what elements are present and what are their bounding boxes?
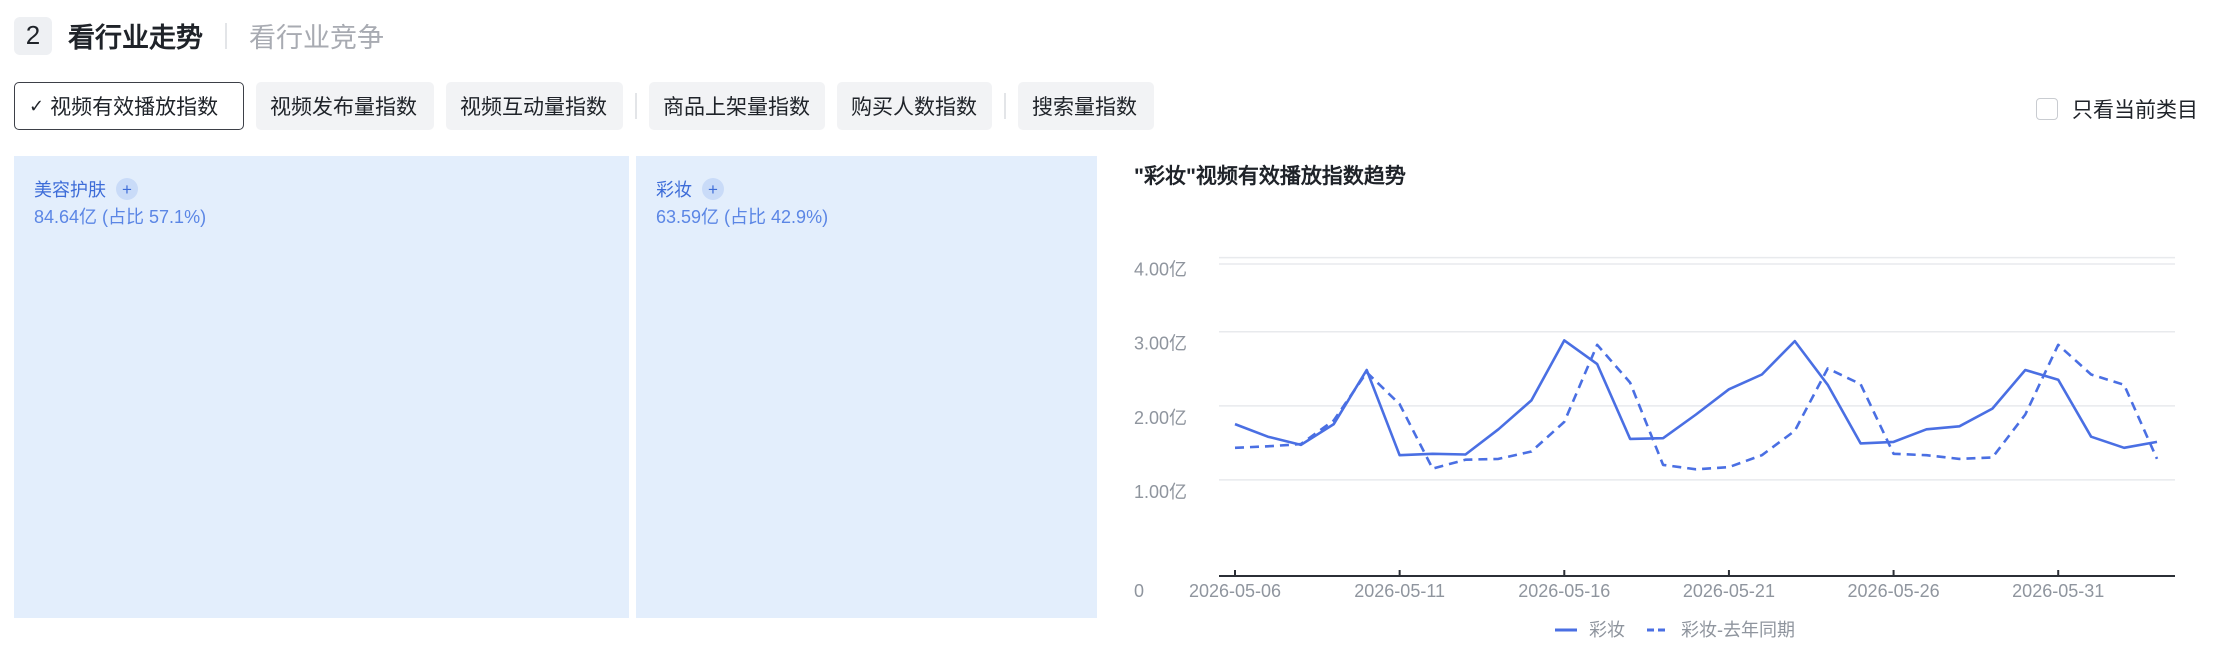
x-tick-label: 2026-05-16 [1518, 581, 1610, 601]
tab-label: 搜索量指数 [1032, 96, 1137, 119]
tab-label: 购买人数指数 [851, 96, 977, 119]
treemap-block-skincare[interactable]: 美容护肤 + 84.64亿 (占比 57.1%) [14, 156, 629, 618]
tab-divider [635, 93, 637, 119]
trend-line-chart: 0 1.00亿 2.00亿 3.00亿 4.00亿 2026-05-06 2026-05-1… [1134, 256, 2175, 640]
tab-label: 视频发布量指数 [270, 96, 417, 119]
treemap-block-value: 63.59亿 (占比 42.9%) [656, 207, 829, 227]
y-tick-label: 2.00亿 [1134, 408, 1187, 428]
plus-icon[interactable]: + [116, 178, 138, 200]
series-line-last-year [1234, 343, 2159, 471]
treemap-block-value: 84.64亿 (占比 57.1%) [34, 207, 207, 227]
treemap-block-name: 美容护肤 + [34, 176, 138, 202]
x-tick-label: 2026-05-21 [1683, 581, 1775, 601]
step-badge: 2 [14, 16, 52, 55]
only-current-category-toggle[interactable]: 只看当前类目 [2036, 94, 2198, 124]
x-tick-label: 2026-05-06 [1189, 581, 1281, 601]
section-title[interactable]: 看行业走势 [68, 16, 203, 55]
y-tick-label: 0 [1134, 581, 1144, 601]
tab-search-volume-index[interactable]: 搜索量指数 [1018, 82, 1154, 130]
treemap-category-name: 彩妆 [656, 180, 692, 200]
x-tick-label: 2026-05-31 [2012, 581, 2104, 601]
tab-product-listing-index[interactable]: 商品上架量指数 [649, 82, 825, 130]
legend-label: 彩妆-去年同期 [1681, 620, 1795, 640]
tab-label: 商品上架量指数 [663, 96, 810, 119]
series-line-makeup [1234, 339, 2158, 457]
section-subtitle-tab[interactable]: 看行业竞争 [249, 16, 384, 55]
section-header: 2 看行业走势 看行业竞争 [14, 16, 384, 55]
tab-buyer-count-index[interactable]: 购买人数指数 [837, 82, 992, 130]
treemap-block-name: 彩妆 + [656, 176, 724, 202]
metric-tabs: ✓ 视频有效播放指数 视频发布量指数 视频互动量指数 商品上架量指数 购买人数指… [14, 82, 1166, 130]
x-tick-label: 2026-05-11 [1354, 581, 1445, 601]
y-tick-label: 1.00亿 [1134, 482, 1187, 502]
tab-video-play-index[interactable]: ✓ 视频有效播放指数 [14, 82, 244, 130]
y-tick-label: 3.00亿 [1134, 334, 1187, 354]
tab-divider [1004, 93, 1006, 119]
tab-label: 视频有效播放指数 [50, 96, 219, 119]
check-icon: ✓ [29, 95, 45, 116]
treemap-category-name: 美容护肤 [34, 180, 106, 200]
y-tick-label: 4.00亿 [1134, 260, 1187, 280]
chart-title: "彩妆"视频有效播放指数趋势 [1134, 165, 1406, 188]
plus-icon[interactable]: + [702, 178, 724, 200]
tab-label: 视频互动量指数 [460, 96, 607, 119]
x-tick-label: 2026-05-26 [1848, 581, 1940, 601]
treemap-block-makeup[interactable]: 彩妆 + 63.59亿 (占比 42.9%) [636, 156, 1097, 618]
tab-video-publish-index[interactable]: 视频发布量指数 [256, 82, 434, 130]
tab-video-interaction-index[interactable]: 视频互动量指数 [446, 82, 623, 130]
legend-label: 彩妆 [1589, 620, 1625, 640]
header-divider [225, 22, 227, 49]
only-current-checkbox[interactable] [2036, 98, 2058, 120]
only-current-label: 只看当前类目 [2072, 99, 2198, 122]
